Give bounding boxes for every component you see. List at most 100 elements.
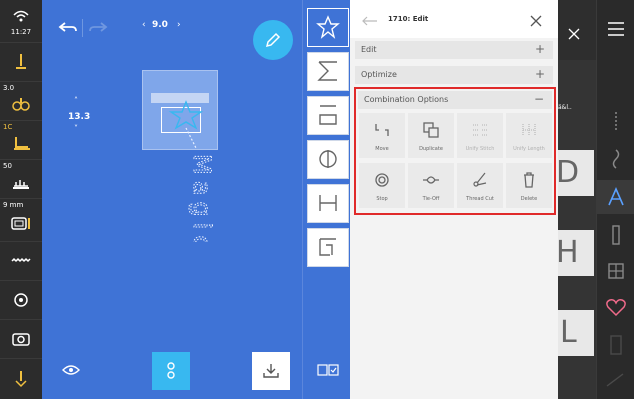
stitch-width-button[interactable]: 9 mm [0,199,42,242]
eye-icon[interactable] [62,364,80,376]
view-toggle-icon[interactable] [317,364,339,376]
app-window: 11:27 3.0 1C 50 9 mm ‹ 9.0 › ˄ 13.3 ˅ Ma… [0,0,634,399]
pencil-icon [265,32,281,48]
strip-item-letter-g[interactable] [307,140,349,179]
letter-a-stitch-icon [319,105,337,125]
tool-delete[interactable]: Delete [506,163,552,208]
tool-duplicate[interactable]: Duplicate [408,113,454,158]
wifi-icon [13,10,29,22]
memory-icon[interactable] [603,334,629,356]
letter-glyph: D [556,155,580,190]
speed-button[interactable]: 50 [0,160,42,199]
gallery-letter-d[interactable]: D [556,150,594,196]
close-icon[interactable] [530,15,542,27]
strip-item-star[interactable] [307,8,349,47]
save-button[interactable] [252,352,290,390]
left-sidebar: 11:27 3.0 1C 50 9 mm [0,0,42,399]
stitch-length-button[interactable] [0,242,42,281]
download-icon [263,364,279,378]
decorative-stitch-icon[interactable] [603,148,629,170]
tool-thread-cut-label: Thread Cut [466,196,494,202]
tool-tie-off-label: Tie-Off [422,196,440,202]
edit-fab-button[interactable] [253,20,293,60]
unify-stitch-icon [473,124,487,136]
tool-stop-label: Stop [376,196,388,202]
tie-off-icon [423,176,439,184]
gallery-letter-h[interactable]: H [556,230,594,276]
position-value: 13.3 [68,112,91,122]
tool-tie-off[interactable]: Tie-Off [408,163,454,208]
camera-button[interactable] [0,320,42,359]
bobbin-button[interactable] [0,281,42,320]
needle-down-icon [15,371,27,388]
zoom-decrease-icon[interactable]: ‹ [142,20,146,30]
stitch-sequence-strip [302,0,351,399]
stitch-plate-icon [11,217,30,230]
combination-options-panel: Combination Options − Move Duplicate Uni… [354,87,556,215]
tool-unify-length: Unify Length [506,113,552,158]
trash-icon [524,172,534,188]
tool-move-label: Move [375,146,389,152]
gallery-header: ä&l.. [558,104,572,111]
pattern-preview: Magic [168,100,217,242]
presser-foot-icon [14,137,30,150]
duplicate-icon [423,122,439,138]
needle-button[interactable] [0,43,42,82]
needle-stop-button[interactable] [0,359,42,399]
tension-button[interactable]: 3.0 [0,82,42,121]
presser-foot-button[interactable]: 1C [0,121,42,160]
tool-move[interactable]: Move [359,113,405,158]
collapse-icon: − [533,92,544,106]
back-arrow-icon[interactable] [362,16,378,26]
letter-m-stitch-icon [317,61,337,81]
divider [82,19,83,37]
section-combination-label: Combination Options [364,95,449,104]
close-icon[interactable] [568,28,580,40]
unify-length-icon [522,124,536,136]
heart-icon[interactable] [603,296,629,318]
gallery-letter-l[interactable]: L [558,310,594,356]
edit-line-icon[interactable] [603,368,629,390]
thread-cut-icon [473,172,487,187]
letter-glyph: L [560,315,577,350]
camera-icon [12,333,30,346]
star-stitch-icon [168,100,204,130]
sequence-icon [167,362,175,379]
undo-icon[interactable] [58,20,78,36]
move-icon [375,124,389,136]
redo-icon[interactable] [88,20,108,36]
status-item: 11:27 [0,0,42,43]
position-up-icon[interactable]: ˄ [74,96,78,105]
menu-icon[interactable] [603,18,629,40]
strip-item-letter-i[interactable] [307,184,349,223]
section-optimize[interactable]: Optimize + [355,66,553,84]
section-edit[interactable]: Edit + [355,41,553,59]
strip-item-letter-a[interactable] [307,96,349,135]
pattern-sequence-button[interactable] [152,352,190,390]
expand-icon: + [534,67,545,81]
presser-value: 1C [3,123,13,131]
feed-dog-icon [13,180,29,189]
pattern-text: Magic [188,154,216,242]
tool-stop[interactable]: Stop [359,163,405,208]
section-combination-options[interactable]: Combination Options − [358,91,552,109]
speed-value: 50 [3,162,12,170]
right-sidebar [596,0,634,399]
zoom-increase-icon[interactable]: › [177,20,181,30]
alphabet-tab[interactable] [597,180,634,214]
strip-item-letter-m[interactable] [307,52,349,91]
quilt-icon[interactable] [603,260,629,282]
bobbin-icon [14,293,28,307]
strip-item-letter-c[interactable] [307,228,349,267]
straight-stitch-icon[interactable] [603,110,629,132]
alphabet-icon [608,187,624,206]
zoom-value: 9.0 [152,20,168,30]
section-optimize-label: Optimize [361,70,397,79]
expand-icon: + [534,42,545,56]
stitch-canvas[interactable]: ‹ 9.0 › ˄ 13.3 ˅ Magic [42,0,302,399]
tool-thread-cut[interactable]: Thread Cut [457,163,503,208]
buttonhole-icon[interactable] [603,224,629,246]
thread-tension-icon [12,98,30,111]
section-edit-label: Edit [361,45,377,54]
position-down-icon[interactable]: ˅ [74,124,78,133]
